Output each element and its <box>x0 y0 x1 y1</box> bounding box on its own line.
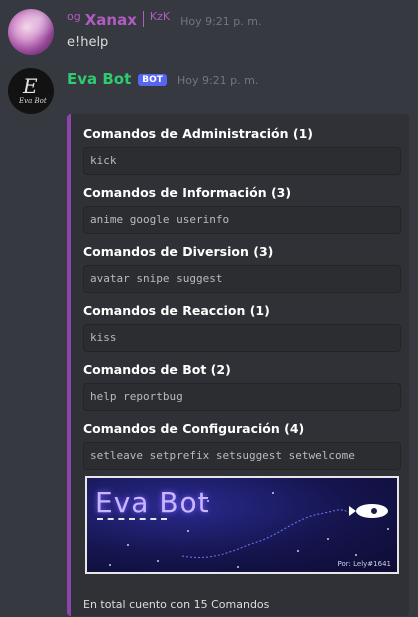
field-value-administracion: kick <box>83 147 401 175</box>
username[interactable]: Xanax <box>85 11 137 29</box>
username-tag: KzK <box>149 10 171 23</box>
field-title-informacion: Comandos de Información (3) <box>83 185 292 200</box>
field-value-bot: help reportbug <box>83 383 401 411</box>
timestamp[interactable]: Hoy 9:21 p. m. <box>177 74 258 87</box>
message-header: Eva Bot BOT Hoy 9:21 p. m. <box>67 70 258 88</box>
timestamp[interactable]: Hoy 9:21 p. m. <box>180 15 261 28</box>
field-value-configuracion: setleave setprefix setsuggest setwelcome <box>83 442 401 470</box>
field-value-informacion: anime google userinfo <box>83 206 401 234</box>
message-header: og Xanax KzK Hoy 9:21 p. m. <box>67 9 262 29</box>
username-prefix: og <box>67 10 81 23</box>
field-title-reaccion: Comandos de Reaccion (1) <box>83 303 270 318</box>
message-content: e!help <box>67 35 109 50</box>
field-value-diversion: avatar snipe suggest <box>83 265 401 293</box>
field-title-bot: Comandos de Bot (2) <box>83 362 231 377</box>
avatar-letter: E <box>23 74 38 98</box>
bot-username[interactable]: Eva Bot <box>67 70 131 88</box>
field-title-configuracion: Comandos de Configuración (4) <box>83 421 305 436</box>
embed-footer: En total cuento con 15 Comandos <box>83 598 270 611</box>
field-value-reaccion: kiss <box>83 324 401 352</box>
bot-avatar[interactable]: E Eva Bot <box>8 68 54 114</box>
avatar-highlight <box>8 9 54 55</box>
avatar-text: Eva Bot <box>19 97 47 105</box>
field-title-administracion: Comandos de Administración (1) <box>83 126 314 141</box>
user-avatar[interactable] <box>8 9 54 55</box>
banner-byline: Por: Lely#1641 <box>337 560 391 568</box>
help-embed: Comandos de Administración (1) kick Coma… <box>67 114 409 616</box>
bot-badge: BOT <box>138 74 167 86</box>
username-divider <box>142 11 144 27</box>
embed-image[interactable]: Eva Bot Por: Lely#1641 <box>85 476 399 574</box>
field-title-diversion: Comandos de Diversion (3) <box>83 244 274 259</box>
